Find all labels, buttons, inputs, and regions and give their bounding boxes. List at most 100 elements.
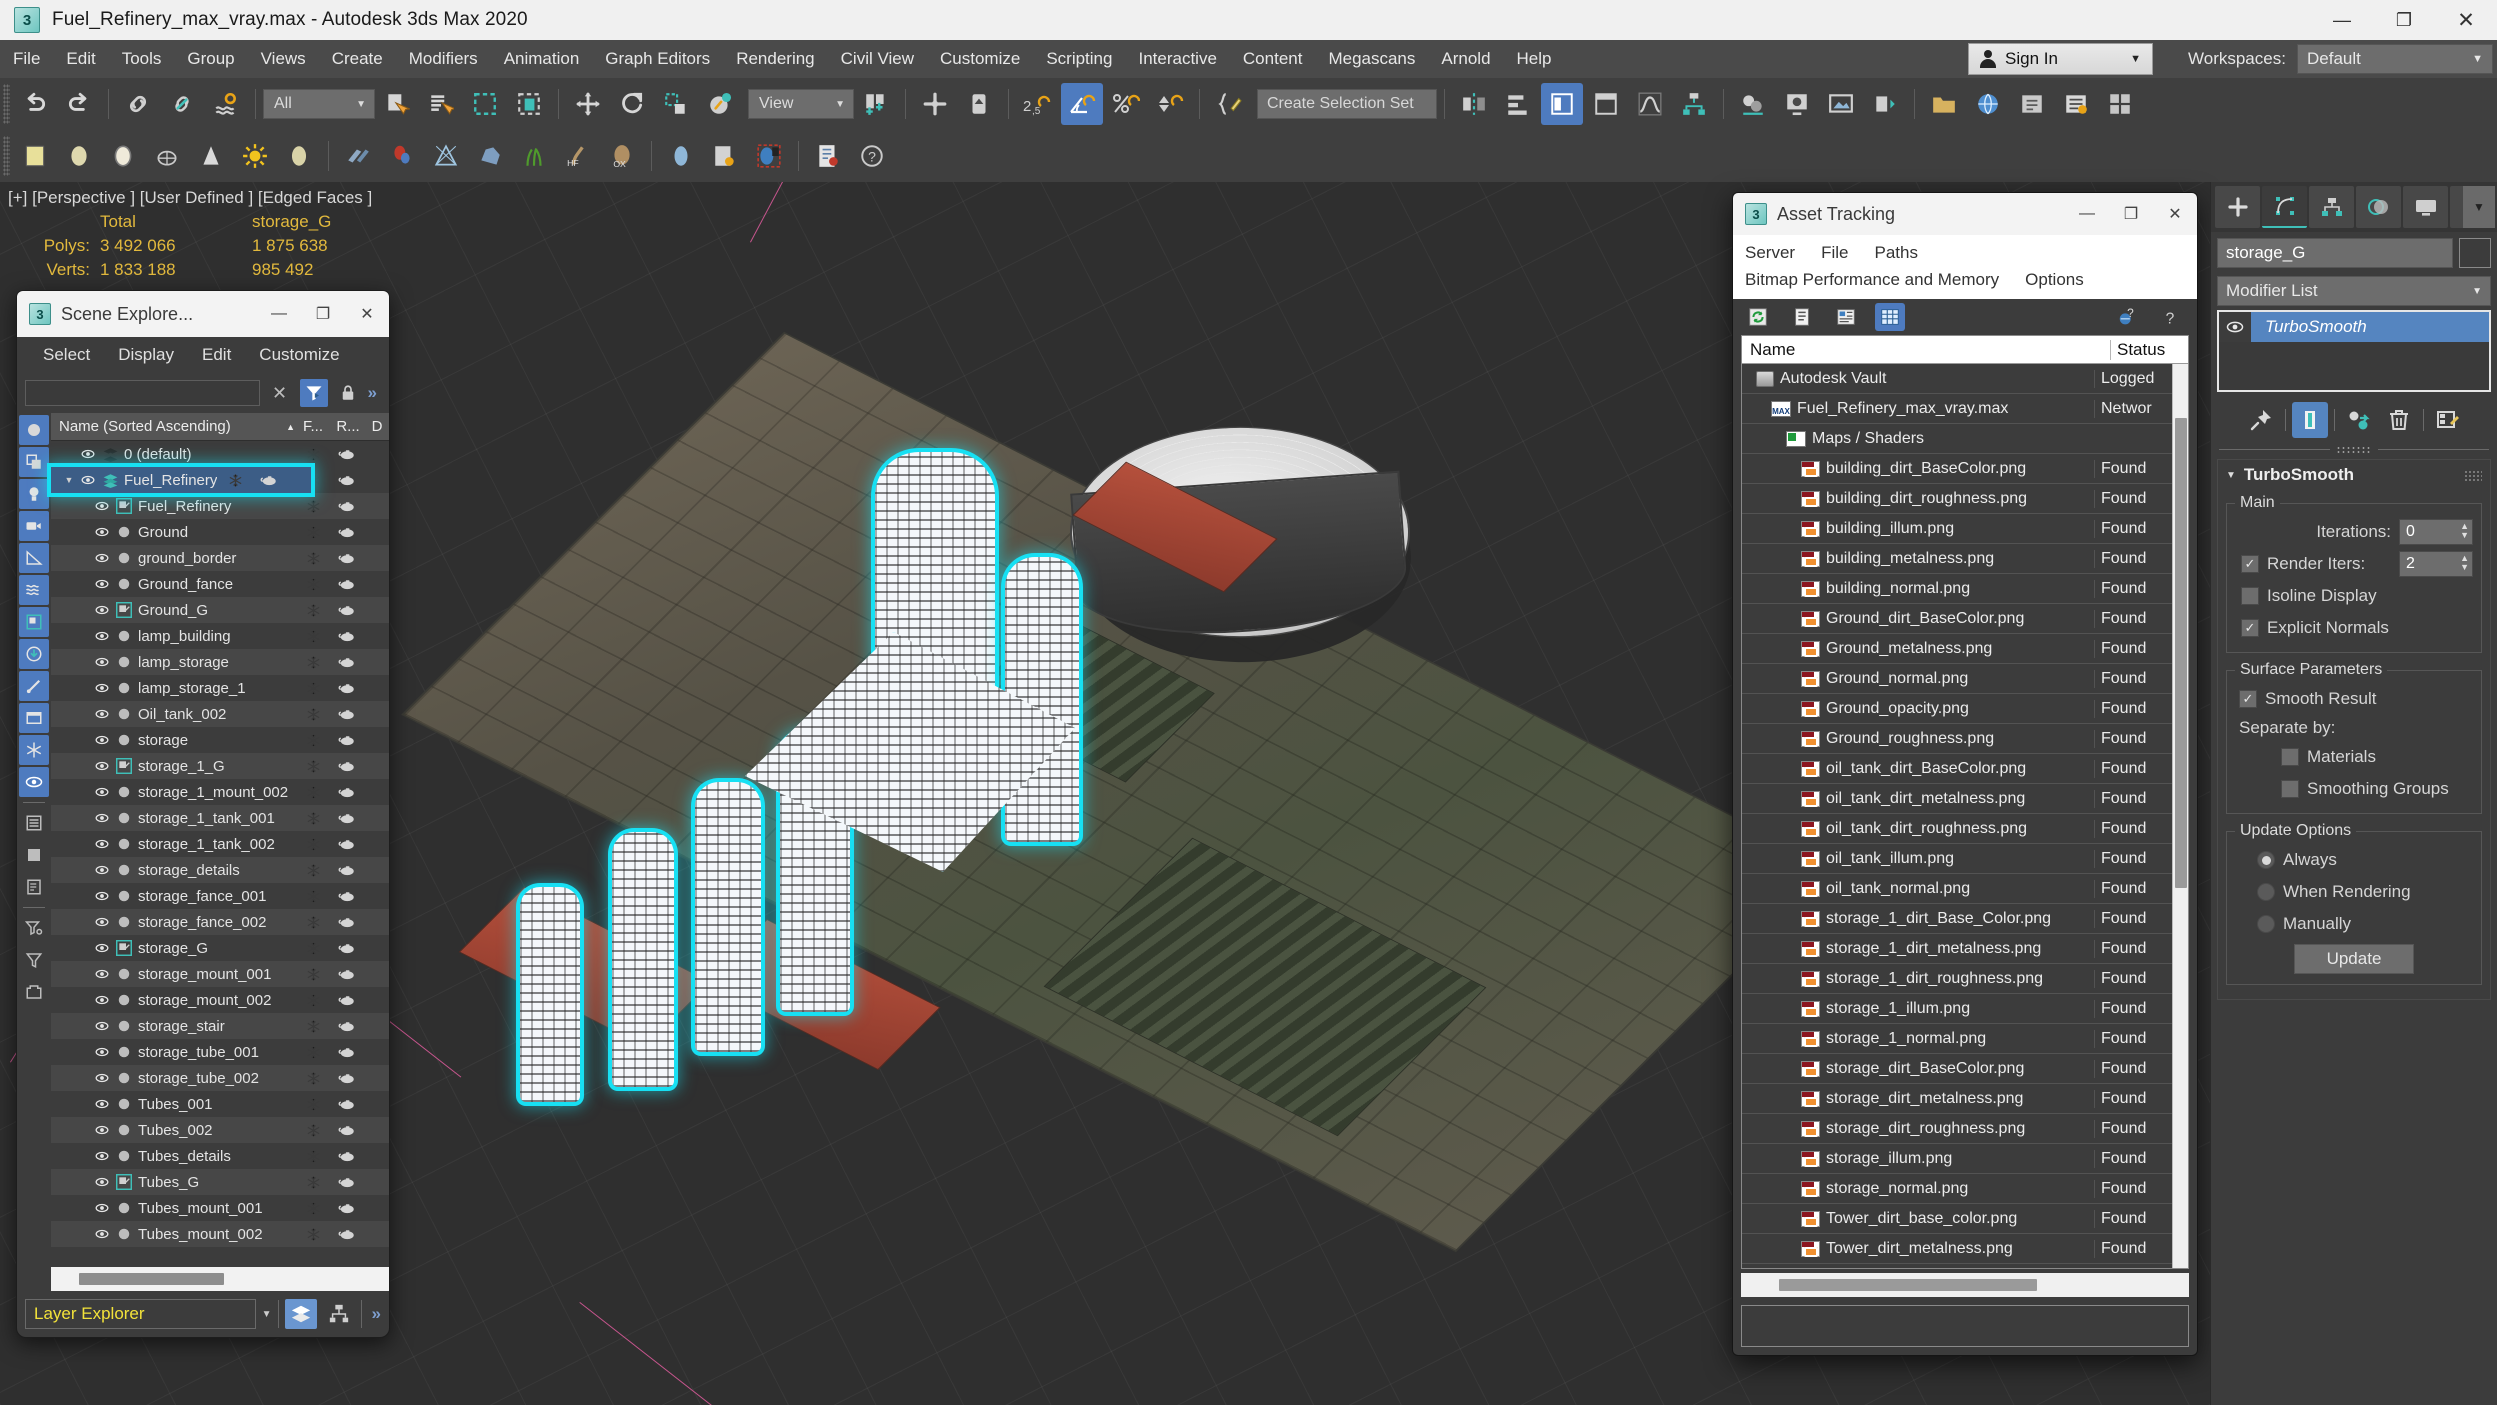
frozen-icon[interactable] <box>295 655 331 670</box>
visibility-eye-icon[interactable] <box>91 603 113 617</box>
filter-layers-icon[interactable] <box>19 808 49 838</box>
renderable-teapot-icon[interactable] <box>331 526 365 539</box>
visibility-eye-icon[interactable] <box>91 655 113 669</box>
scene-explorer-row[interactable]: 0 (default) <box>51 441 389 467</box>
renderable-teapot-icon[interactable] <box>331 1046 365 1059</box>
angle-snap-toggle-icon[interactable] <box>1061 83 1103 125</box>
frozen-icon[interactable] <box>295 837 331 852</box>
object-dot-icon[interactable] <box>113 551 135 565</box>
asset-table-row[interactable]: building_illum.png Found <box>1742 514 2172 544</box>
visibility-eye-icon[interactable] <box>91 551 113 565</box>
renderable-teapot-icon[interactable] <box>331 1098 365 1111</box>
maximize-button[interactable]: ❐ <box>2109 193 2153 235</box>
renderable-teapot-icon[interactable] <box>331 1150 365 1163</box>
menu-civil-view[interactable]: Civil View <box>828 40 927 78</box>
asset-table-row[interactable]: storage_dirt_BaseColor.png Found <box>1742 1054 2172 1084</box>
scene-explorer-row[interactable]: Tubes_G <box>51 1169 389 1195</box>
asset-table-row[interactable]: storage_1_illum.png Found <box>1742 994 2172 1024</box>
modifier-stack[interactable]: TurboSmooth <box>2217 310 2491 392</box>
visibility-eye-icon[interactable] <box>91 915 113 929</box>
details-view-icon[interactable] <box>1831 303 1861 331</box>
column-header-status[interactable]: Status <box>2110 339 2188 360</box>
filter-space-warps-icon[interactable] <box>19 575 49 605</box>
column-header-name[interactable]: Name (Sorted Ascending) ▲ <box>51 418 295 435</box>
refresh-icon[interactable] <box>1743 303 1773 331</box>
renderable-teapot-icon[interactable] <box>331 864 365 877</box>
scene-explorer-row[interactable]: storage_1_tank_001 <box>51 805 389 831</box>
menu-create[interactable]: Create <box>319 40 396 78</box>
visibility-eye-icon[interactable] <box>91 785 113 799</box>
object-dot-icon[interactable] <box>113 1097 135 1111</box>
asset-table-row[interactable]: Tower_dirt_metalness.png Found <box>1742 1234 2172 1264</box>
environment-settings-icon[interactable] <box>1967 83 2009 125</box>
filter-icon[interactable] <box>299 379 328 407</box>
use-pivot-point-center-icon[interactable] <box>855 83 897 125</box>
group-icon[interactable] <box>113 1174 135 1190</box>
select-by-name-icon[interactable] <box>420 83 462 125</box>
visibility-eye-icon[interactable] <box>91 733 113 747</box>
render-iters-checkbox[interactable]: ✓ <box>2241 555 2259 573</box>
project-folder-icon[interactable] <box>1923 83 1965 125</box>
filter-objects-icon[interactable] <box>19 840 49 870</box>
scene-explorer-row[interactable]: lamp_building <box>51 623 389 649</box>
at-menu-paths[interactable]: Paths <box>1874 243 1917 263</box>
select-object-icon[interactable] <box>376 83 418 125</box>
visibility-eye-icon[interactable] <box>77 473 99 487</box>
filter-lights-icon[interactable] <box>19 479 49 509</box>
filter-containers-icon[interactable] <box>19 703 49 733</box>
visibility-eye-icon[interactable] <box>91 759 113 773</box>
renderable-teapot-icon[interactable] <box>331 474 365 487</box>
spinner-arrows-icon[interactable]: ▲ ▼ <box>2460 554 2469 572</box>
renderable-teapot-icon[interactable] <box>331 838 365 851</box>
explicit-normals-checkbox[interactable]: ✓ <box>2241 619 2259 637</box>
footer-overflow-icon[interactable]: » <box>372 1304 381 1324</box>
frozen-icon[interactable] <box>295 525 331 540</box>
show-end-result-icon[interactable] <box>2291 402 2328 438</box>
create-tab[interactable] <box>2215 186 2260 228</box>
workspaces-select[interactable]: Default ▼ <box>2297 44 2493 74</box>
menu-modifiers[interactable]: Modifiers <box>396 40 491 78</box>
asset-table-row[interactable]: building_normal.png Found <box>1742 574 2172 604</box>
object-name-field[interactable]: storage_G <box>2217 238 2453 268</box>
column-header-name[interactable]: Name <box>1742 340 2110 360</box>
frozen-icon[interactable] <box>295 1201 331 1216</box>
select-and-rotate-icon[interactable] <box>611 83 653 125</box>
renderable-teapot-icon[interactable] <box>331 656 365 669</box>
explorer-mode-combo[interactable]: Layer Explorer <box>25 1299 256 1329</box>
visibility-eye-icon[interactable] <box>91 1123 113 1137</box>
visibility-eye-icon[interactable] <box>91 681 113 695</box>
menu-scripting[interactable]: Scripting <box>1033 40 1125 78</box>
se-menu-edit[interactable]: Edit <box>188 345 245 365</box>
menu-content[interactable]: Content <box>1230 40 1316 78</box>
toggle-layer-explorer-icon[interactable] <box>1585 83 1627 125</box>
visibility-eye-icon[interactable] <box>91 837 113 851</box>
menu-views[interactable]: Views <box>248 40 319 78</box>
filter-bones-icon[interactable] <box>19 671 49 701</box>
at-menu-bitmap-performance[interactable]: Bitmap Performance and Memory <box>1745 270 1999 290</box>
asset-table-row[interactable]: storage_dirt_metalness.png Found <box>1742 1084 2172 1114</box>
object-dot-icon[interactable] <box>113 655 135 669</box>
selection-filter-combo[interactable]: All ▼ <box>263 89 375 119</box>
spinner-arrows-icon[interactable]: ▲ ▼ <box>2460 522 2469 540</box>
smooth-result-checkbox[interactable]: ✓ <box>2239 690 2257 708</box>
render-production-icon[interactable] <box>1864 83 1906 125</box>
visibility-eye-icon[interactable] <box>91 863 113 877</box>
table-view-icon[interactable] <box>1875 303 1905 331</box>
scene-explorer-row[interactable]: Fuel_Refinery <box>51 493 389 519</box>
layer-icon[interactable] <box>99 473 121 488</box>
display-tab[interactable] <box>2403 186 2448 228</box>
scene-explorer-row[interactable]: ▼ Fuel_Refinery <box>51 467 312 493</box>
renderable-teapot-icon[interactable] <box>331 1202 365 1215</box>
frozen-icon[interactable] <box>217 473 253 488</box>
expand-triangle-icon[interactable]: ▼ <box>61 475 77 485</box>
filter-settings-icon[interactable] <box>19 913 49 943</box>
frozen-icon[interactable] <box>295 551 331 566</box>
rectangular-selection-region-icon[interactable] <box>464 83 506 125</box>
se-menu-customize[interactable]: Customize <box>245 345 353 365</box>
asset-table-row[interactable]: Autodesk Vault Logged <box>1742 364 2172 394</box>
hierarchy-icon[interactable] <box>323 1299 355 1329</box>
frozen-icon[interactable] <box>295 1149 331 1164</box>
renderable-teapot-icon[interactable] <box>331 500 365 513</box>
visibility-eye-icon[interactable] <box>77 447 99 461</box>
scene-explorer-row[interactable]: storage_mount_002 <box>51 987 389 1013</box>
